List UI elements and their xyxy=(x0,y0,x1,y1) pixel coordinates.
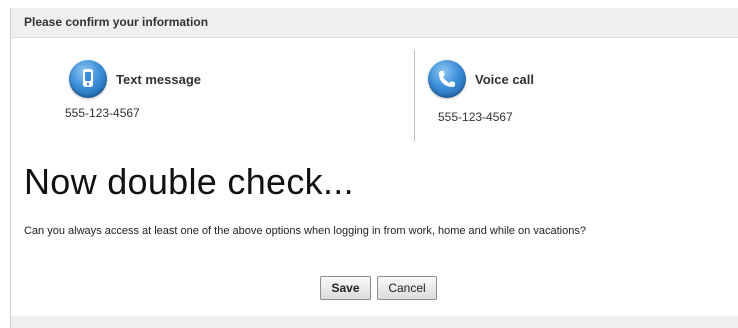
confirm-info-panel: Please confirm your information Text mes… xyxy=(10,8,738,328)
save-button[interactable]: Save xyxy=(320,276,371,300)
access-question: Can you always access at least one of th… xyxy=(24,225,586,237)
contact-options: Text message 555-123-4567 Voice call 555… xyxy=(11,38,738,148)
voice-call-number: 555-123-4567 xyxy=(438,110,513,124)
text-message-number: 555-123-4567 xyxy=(65,106,140,120)
double-check-heading: Now double check... xyxy=(24,161,354,202)
phone-handset-icon xyxy=(428,60,466,98)
panel-title: Please confirm your information xyxy=(24,15,209,29)
option-voice-call: Voice call 555-123-4567 xyxy=(428,60,534,124)
options-divider xyxy=(414,50,415,141)
text-message-label: Text message xyxy=(116,71,202,87)
form-actions: Save Cancel xyxy=(320,276,437,300)
option-text-message: Text message 555-123-4567 xyxy=(65,60,202,120)
cancel-button[interactable]: Cancel xyxy=(377,276,437,300)
panel-footer xyxy=(11,316,738,328)
voice-call-label: Voice call xyxy=(475,71,535,87)
mobile-phone-icon xyxy=(69,60,107,98)
panel-header: Please confirm your information xyxy=(11,8,738,38)
